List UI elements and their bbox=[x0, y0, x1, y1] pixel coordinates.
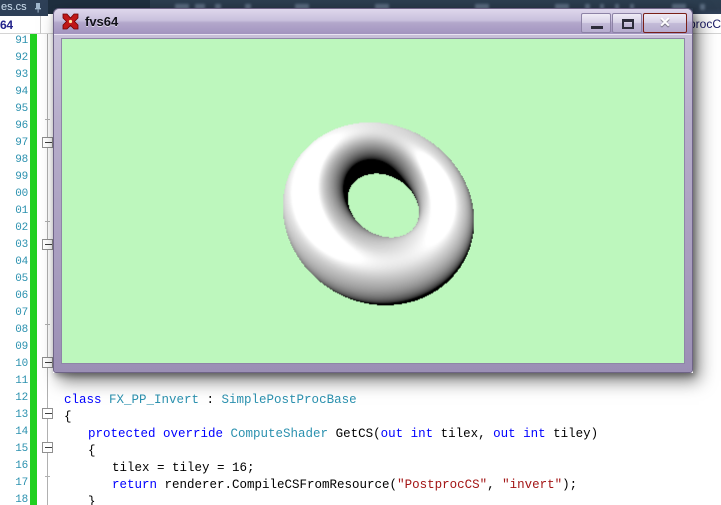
maximize-icon bbox=[622, 18, 634, 29]
nav-type-combo[interactable]: 64 bbox=[0, 18, 13, 32]
line-number: 92 bbox=[15, 52, 28, 64]
code-line: protected override ComputeShader GetCS(o… bbox=[88, 427, 599, 441]
code-line: class FX_PP_Invert : SimplePostProcBase bbox=[64, 393, 357, 407]
line-number: 93 bbox=[15, 69, 28, 81]
maximize-button[interactable] bbox=[612, 12, 642, 33]
line-number: 98 bbox=[15, 154, 28, 166]
fold-toggle[interactable] bbox=[42, 357, 53, 368]
pin-icon[interactable] bbox=[34, 3, 42, 13]
change-indicator-bar bbox=[30, 34, 37, 505]
line-number: 04 bbox=[15, 256, 28, 268]
app-x-icon bbox=[62, 13, 79, 30]
line-number: 09 bbox=[15, 341, 28, 353]
line-number: 18 bbox=[15, 494, 28, 505]
code-line: return renderer.CompileCSFromResource("P… bbox=[112, 478, 578, 492]
line-number: 02 bbox=[15, 222, 28, 234]
fold-toggle[interactable] bbox=[42, 408, 53, 419]
minimize-button[interactable] bbox=[581, 12, 611, 33]
window-title: fvs64 bbox=[85, 14, 119, 29]
line-number: 06 bbox=[15, 290, 28, 302]
minimize-icon bbox=[591, 25, 603, 29]
torus-render-canvas[interactable] bbox=[62, 39, 684, 363]
line-number: 05 bbox=[15, 273, 28, 285]
window-controls[interactable]: ✕ bbox=[581, 12, 687, 33]
line-number: 91 bbox=[15, 35, 28, 47]
fold-toggle[interactable] bbox=[42, 239, 53, 250]
line-number: 99 bbox=[15, 171, 28, 183]
line-number: 15 bbox=[15, 443, 28, 455]
line-number: 12 bbox=[15, 392, 28, 404]
editor-tab-label: es.cs bbox=[1, 1, 27, 13]
line-number: 03 bbox=[15, 239, 28, 251]
line-number: 07 bbox=[15, 307, 28, 319]
code-line: tilex = tiley = 16; bbox=[112, 461, 255, 475]
close-button[interactable]: ✕ bbox=[643, 12, 687, 33]
code-line: { bbox=[64, 410, 72, 424]
nav-member-combo[interactable]: procC bbox=[689, 17, 721, 31]
line-number: 00 bbox=[15, 188, 28, 200]
fold-toggle[interactable] bbox=[42, 137, 53, 148]
line-number: 11 bbox=[15, 375, 28, 387]
line-number: 10 bbox=[15, 358, 28, 370]
line-number: 01 bbox=[15, 205, 28, 217]
line-number: 94 bbox=[15, 86, 28, 98]
render-viewport[interactable] bbox=[61, 38, 685, 364]
window-titlebar[interactable]: fvs64 ✕ bbox=[54, 9, 692, 35]
line-number: 95 bbox=[15, 103, 28, 115]
line-number: 17 bbox=[15, 477, 28, 489]
line-number: 13 bbox=[15, 409, 28, 421]
code-line: } bbox=[88, 495, 96, 505]
line-number: 08 bbox=[15, 324, 28, 336]
code-line: { bbox=[88, 444, 96, 458]
close-icon: ✕ bbox=[659, 14, 671, 30]
line-number: 14 bbox=[15, 426, 28, 438]
fold-toggle[interactable] bbox=[42, 442, 53, 453]
editor-gutter: 91 92 93 94 95 96 97 98 99 00 01 02 03 04 05 06 07 08 09 10… bbox=[0, 34, 56, 505]
nav-divider bbox=[40, 16, 41, 34]
line-number: 16 bbox=[15, 460, 28, 472]
line-number: 96 bbox=[15, 120, 28, 132]
fvs64-window[interactable]: fvs64 ✕ bbox=[53, 8, 693, 373]
line-number: 97 bbox=[15, 137, 28, 149]
